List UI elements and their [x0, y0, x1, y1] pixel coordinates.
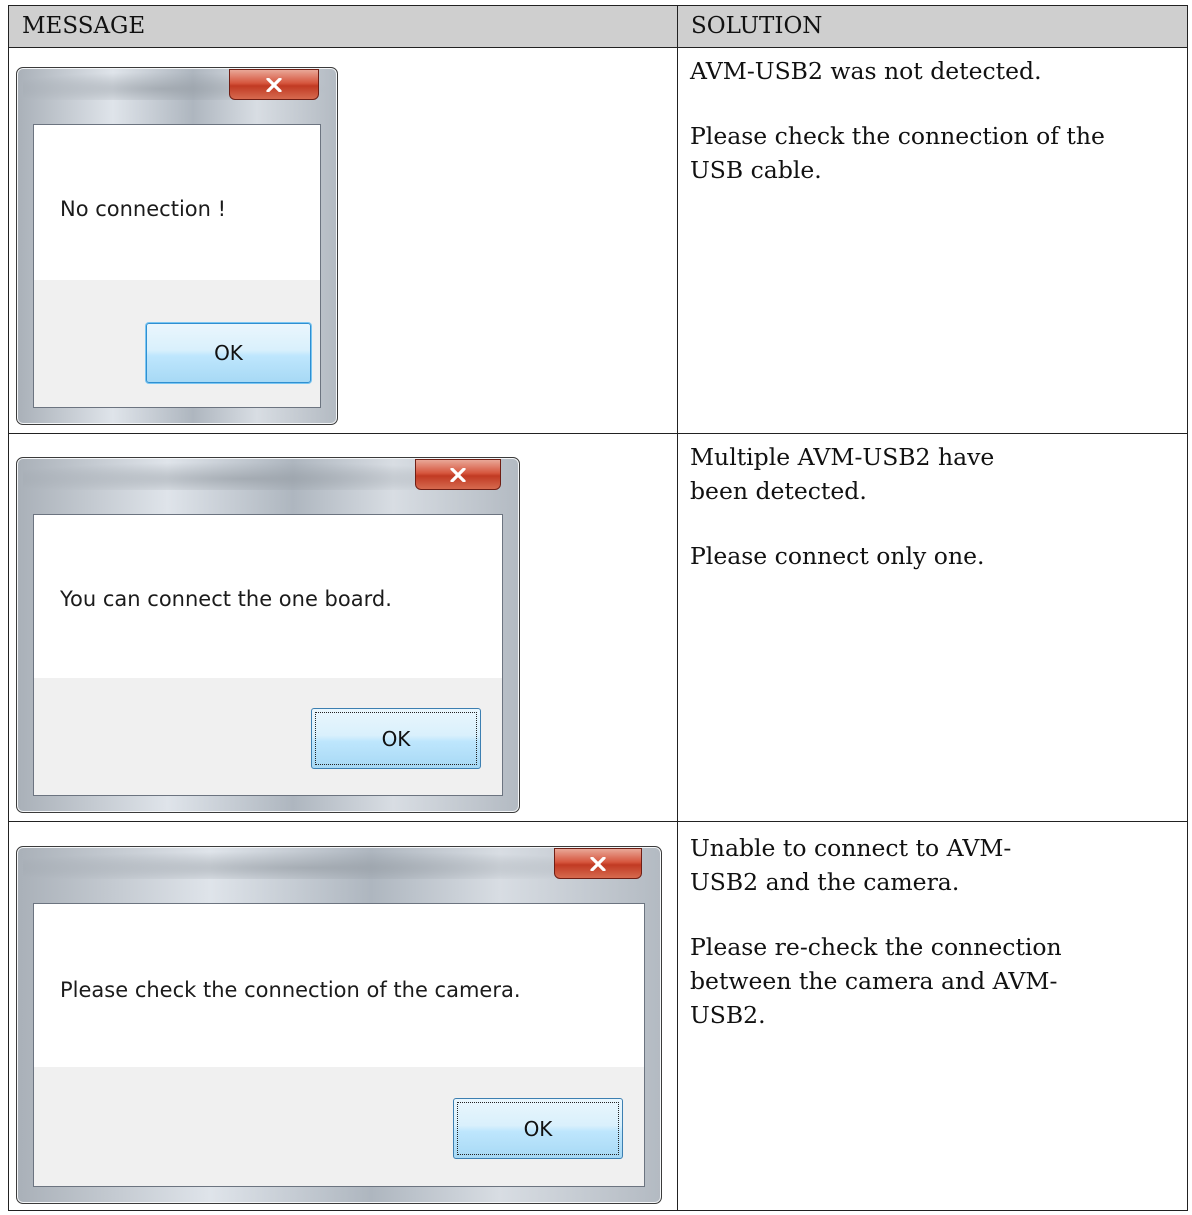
table-border-bottom: [8, 1210, 1188, 1211]
header-message: MESSAGE: [22, 13, 146, 39]
close-x-icon: [266, 77, 282, 92]
solution-text: Unable to connect to AVM-USB2 and the ca…: [690, 834, 1012, 896]
header-cell-message: MESSAGE: [8, 5, 677, 47]
header-solution: SOLUTION: [691, 13, 823, 39]
troubleshooting-table: MESSAGE SOLUTION No connection ! OK AVM-…: [8, 5, 1188, 1211]
solution-text: Multiple AVM-USB2 have been detected.: [690, 443, 995, 505]
header-cell-solution: SOLUTION: [677, 5, 1188, 47]
solution-cell-2: Multiple AVM-USB2 have been detected. Pl…: [690, 440, 1190, 604]
close-x-icon: [590, 856, 606, 871]
solution-cell-3: Unable to connect to AVM-USB2 and the ca…: [690, 831, 1190, 1063]
table-border-top: [8, 5, 1188, 6]
dialog-body: Please check the connection of the camer…: [33, 903, 645, 1187]
close-button[interactable]: [415, 459, 501, 490]
dialog-message: Please check the connection of the camer…: [60, 978, 521, 1002]
table-border-middle: [677, 5, 678, 1211]
dialog-multiple-boards: You can connect the one board. OK: [16, 457, 520, 813]
ok-button[interactable]: OK: [311, 708, 481, 769]
close-x-icon: [450, 467, 466, 482]
dialog-no-connection: No connection ! OK: [16, 67, 338, 425]
table-border-left: [8, 5, 9, 1211]
ok-button[interactable]: OK: [146, 323, 311, 383]
table-border-row1: [8, 433, 1188, 434]
solution-text: Please re-check the connection between t…: [690, 933, 1062, 1029]
table-border-header: [8, 47, 1188, 48]
solution-text: Please check the connection of the USB c…: [690, 122, 1105, 184]
table-border-row2: [8, 821, 1188, 822]
dialog-body: No connection ! OK: [33, 124, 321, 408]
solution-cell-1: AVM-USB2 was not detected. Please check …: [690, 54, 1190, 218]
dialog-camera-connection: Please check the connection of the camer…: [16, 846, 662, 1204]
close-button[interactable]: [554, 848, 642, 879]
close-button[interactable]: [229, 69, 319, 100]
dialog-body: You can connect the one board. OK: [33, 514, 503, 796]
ok-button[interactable]: OK: [453, 1098, 623, 1159]
dialog-message: You can connect the one board.: [60, 587, 392, 611]
solution-text: Please connect only one.: [690, 542, 985, 570]
dialog-message: No connection !: [60, 197, 227, 221]
solution-text: AVM-USB2 was not detected.: [690, 57, 1042, 85]
